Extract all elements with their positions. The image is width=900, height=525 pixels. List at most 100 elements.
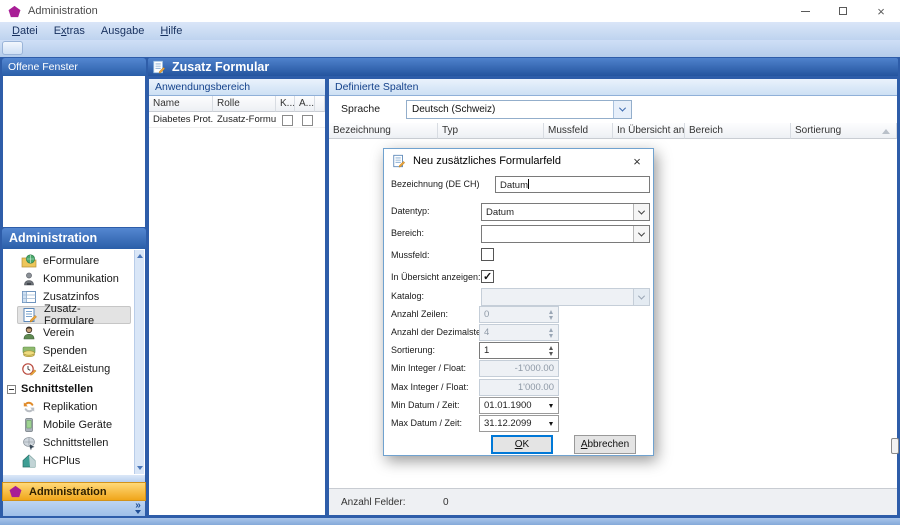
abbrechen-button[interactable]: Abbrechen	[574, 435, 636, 454]
sprache-label: Sprache	[341, 103, 380, 115]
min-integer-input: -1'000.00	[479, 360, 559, 377]
sidebar-item-kommunikation[interactable]: Kommunikation	[17, 270, 131, 288]
eformulare-icon	[21, 253, 37, 269]
sidebar-item-verein[interactable]: Verein	[17, 324, 131, 342]
zusatz-formular-icon	[152, 60, 166, 74]
sidebar-item-schnittstellen[interactable]: Schnittstellen	[17, 434, 131, 452]
verein-icon	[21, 325, 37, 341]
datentyp-label: Datentyp:	[391, 206, 430, 216]
column-header-k[interactable]: K...	[276, 96, 295, 112]
anzahl-felder-label: Anzahl Felder:	[341, 497, 405, 508]
zeit-leistung-icon	[21, 361, 37, 377]
bezeichnung-input[interactable]: Datum	[495, 176, 650, 193]
min-datum-picker[interactable]: 01.01.1900	[479, 397, 559, 414]
min-datum-label: Min Datum / Zeit:	[391, 400, 460, 410]
datentyp-combobox[interactable]: Datum	[481, 203, 650, 221]
administration-bottom-button[interactable]: Administration	[2, 482, 146, 501]
chevron-down-icon[interactable]	[633, 226, 649, 242]
maximize-icon[interactable]	[824, 0, 862, 22]
sidebar-group-schnittstellen[interactable]: Schnittstellen	[7, 380, 131, 398]
dropdown-arrow-icon[interactable]	[544, 422, 558, 426]
column-header-typ[interactable]: Typ	[438, 123, 544, 139]
dezimalstellen-spinner: 4	[479, 324, 559, 341]
chevron-down-icon[interactable]	[633, 204, 649, 220]
max-integer-label: Max Integer / Float:	[391, 382, 469, 392]
bereich-label: Bereich:	[391, 228, 424, 238]
mussfeld-label: Mussfeld:	[391, 250, 430, 260]
max-datum-picker[interactable]: 31.12.2099	[479, 415, 559, 432]
sidebar-scrollbar[interactable]	[134, 250, 144, 474]
cell-k-checkbox[interactable]	[276, 112, 295, 128]
menu-datei[interactable]: Datei	[4, 22, 46, 40]
sidebar-item-replikation[interactable]: Replikation	[17, 398, 131, 416]
zusatzinfos-icon	[21, 289, 37, 305]
spinner-arrows-icon	[544, 307, 558, 322]
column-header-uebersicht[interactable]: In Übersicht anz...	[613, 123, 685, 139]
sidebar-item-zusatz-formulare[interactable]: Zusatz-Formulare	[17, 306, 131, 324]
collapse-expander-icon[interactable]	[7, 385, 16, 394]
column-header-a[interactable]: A...	[295, 96, 315, 112]
column-header-sortierung[interactable]: Sortierung	[791, 123, 897, 139]
collapse-chevron-button[interactable]: »	[135, 501, 141, 514]
menu-hilfe[interactable]: Hilfe	[152, 22, 190, 40]
scroll-up-icon[interactable]	[137, 254, 143, 258]
main-title: Zusatz Formular	[172, 60, 269, 74]
toolbar-strip	[0, 40, 900, 57]
anzahl-felder-value: 0	[443, 497, 449, 508]
uebersicht-anzeigen-label: In Übersicht anzeigen:	[391, 272, 481, 282]
cell-name: Diabetes Prot...	[149, 112, 213, 128]
sidebar-nav: eFormulare Kommunikation Zusatzinfos Zus…	[2, 249, 146, 475]
window-title: Administration	[28, 5, 98, 17]
spinner-arrows-icon[interactable]	[544, 343, 558, 358]
chevron-down-icon[interactable]	[613, 101, 631, 118]
replikation-icon	[21, 399, 37, 415]
katalog-label: Katalog:	[391, 291, 424, 301]
hcplus-icon	[21, 453, 37, 469]
sidebar-splitter[interactable]	[2, 475, 146, 482]
table-row[interactable]: Diabetes Prot... Zusatz-Formul...	[149, 112, 325, 128]
sidebar-item-zeit-leistung[interactable]: Zeit&Leistung	[17, 360, 131, 378]
uebersicht-anzeigen-checkbox[interactable]	[481, 270, 494, 283]
menu-ausgabe[interactable]: Ausgabe	[93, 22, 152, 40]
main-title-bar: Zusatz Formular	[148, 58, 898, 76]
dropdown-arrow-icon[interactable]	[544, 404, 558, 408]
sortierung-spinner[interactable]: 1	[479, 342, 559, 359]
dialog-titlebar: Neu zusätzliches Formularfeld ×	[384, 149, 653, 173]
max-integer-input: 1'000.00	[479, 379, 559, 396]
column-header-name[interactable]: Name	[149, 96, 213, 112]
dialog-title: Neu zusätzliches Formularfeld	[413, 155, 561, 167]
scroll-down-icon[interactable]	[137, 466, 143, 470]
cell-rolle: Zusatz-Formul...	[213, 112, 276, 128]
toolbar-button[interactable]	[2, 41, 23, 55]
sidebar-item-spenden[interactable]: Spenden	[17, 342, 131, 360]
column-header-bereich[interactable]: Bereich	[685, 123, 791, 139]
ok-button[interactable]: OK	[491, 435, 553, 454]
definierte-spalten-caption: Definierte Spalten	[329, 79, 897, 96]
titlebar: Administration ×	[0, 0, 900, 22]
schnittstellen-icon	[21, 435, 37, 451]
dialog-close-icon[interactable]: ×	[621, 149, 653, 173]
neu-formularfeld-dialog: Neu zusätzliches Formularfeld × Bezeichn…	[383, 148, 654, 456]
mouse-cursor	[891, 438, 899, 454]
close-icon[interactable]: ×	[862, 0, 900, 22]
sprache-combobox[interactable]: Deutsch (Schweiz)	[406, 100, 632, 119]
sidebar-item-mobile-geraete[interactable]: Mobile Geräte	[17, 416, 131, 434]
cell-a-checkbox[interactable]	[295, 112, 315, 128]
open-windows-caption: Offene Fenster	[2, 58, 146, 76]
column-header-rolle[interactable]: Rolle	[213, 96, 276, 112]
dialog-form-icon	[392, 154, 406, 168]
anwendungsbereich-caption: Anwendungsbereich	[149, 79, 325, 96]
mussfeld-checkbox[interactable]	[481, 248, 494, 261]
anzahl-zeilen-label: Anzahl Zeilen:	[391, 309, 448, 319]
min-integer-label: Min Integer / Float:	[391, 363, 466, 373]
katalog-combobox	[481, 288, 650, 306]
text-caret	[528, 179, 529, 189]
kommunikation-icon	[21, 271, 37, 287]
menu-extras[interactable]: Extras	[46, 22, 93, 40]
column-header-mussfeld[interactable]: Mussfeld	[544, 123, 613, 139]
bereich-combobox[interactable]	[481, 225, 650, 243]
sidebar-item-hcplus[interactable]: HCPlus	[17, 452, 131, 470]
column-header-bezeichnung[interactable]: Bezeichnung	[329, 123, 438, 139]
minimize-icon[interactable]	[786, 0, 824, 22]
sidebar-item-eformulare[interactable]: eFormulare	[17, 252, 131, 270]
